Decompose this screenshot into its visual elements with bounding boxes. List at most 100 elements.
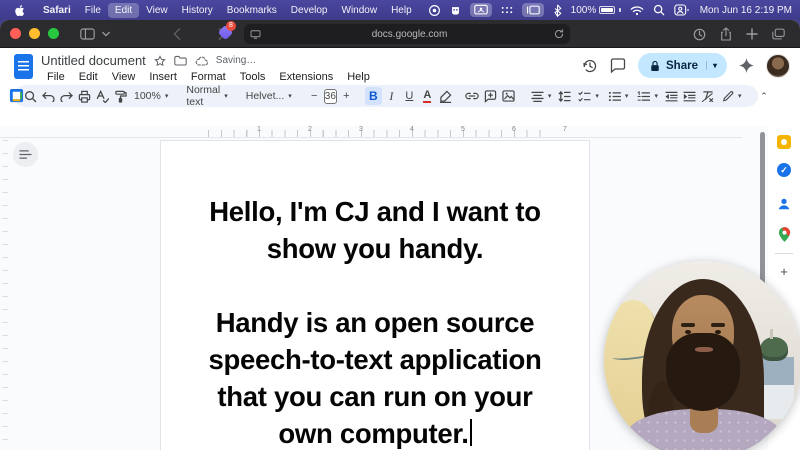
- vertical-ruler[interactable]: [2, 140, 8, 440]
- decrease-indent-icon[interactable]: [663, 87, 680, 105]
- insert-image-icon[interactable]: [500, 87, 517, 105]
- numbered-list-select[interactable]: ▾: [633, 90, 662, 102]
- line-spacing-icon[interactable]: [556, 87, 573, 105]
- search-menus-icon[interactable]: [22, 87, 39, 105]
- menubar-item-help[interactable]: Help: [384, 3, 419, 18]
- docs-menu-extensions[interactable]: Extensions: [273, 70, 339, 84]
- address-bar[interactable]: docs.google.com: [244, 24, 570, 44]
- docs-menu-insert[interactable]: Insert: [143, 70, 183, 84]
- share-dropdown-caret-icon[interactable]: ▾: [705, 61, 723, 70]
- menubar-item-view[interactable]: View: [139, 3, 175, 18]
- checklist-select[interactable]: ▾: [574, 91, 603, 102]
- screen-sharing-icon[interactable]: [469, 3, 492, 17]
- font-caret-icon: ▾: [288, 93, 292, 100]
- spotlight-search-icon[interactable]: [653, 4, 665, 16]
- vertical-scrollbar[interactable]: [760, 132, 765, 304]
- font-size-decrease-button[interactable]: −: [306, 87, 323, 105]
- underline-button[interactable]: U: [401, 87, 418, 105]
- fast-user-switch-icon[interactable]: [674, 4, 689, 16]
- text-color-button[interactable]: A: [423, 89, 432, 103]
- google-keep-icon[interactable]: [776, 134, 792, 150]
- stage-manager-icon[interactable]: [521, 3, 544, 17]
- privacy-report-icon[interactable]: [693, 28, 706, 41]
- google-tasks-icon[interactable]: ✓: [776, 162, 792, 178]
- presenter-eyebrow: [681, 323, 695, 327]
- docs-menu-tools[interactable]: Tools: [234, 70, 272, 84]
- sidebar-chevron-icon[interactable]: [102, 31, 110, 37]
- clear-formatting-icon[interactable]: [699, 87, 716, 105]
- menubar-item-window[interactable]: Window: [335, 3, 385, 18]
- menubar-item-safari[interactable]: Safari: [36, 3, 78, 18]
- account-avatar[interactable]: [766, 53, 790, 78]
- docs-menu-help[interactable]: Help: [341, 70, 376, 84]
- get-addons-button[interactable]: +: [776, 263, 792, 279]
- undo-icon[interactable]: [40, 87, 57, 105]
- reload-icon[interactable]: [554, 29, 564, 39]
- redo-icon[interactable]: [58, 87, 75, 105]
- star-icon[interactable]: [154, 54, 166, 67]
- italic-button[interactable]: I: [383, 87, 400, 105]
- close-window-button[interactable]: [10, 28, 21, 39]
- menubar-item-develop[interactable]: Develop: [284, 3, 335, 18]
- website-settings-icon[interactable]: [250, 29, 261, 39]
- back-button[interactable]: [173, 27, 181, 40]
- clock-label[interactable]: Mon Jun 16 2:19 PM: [700, 5, 792, 16]
- wifi-icon[interactable]: [630, 5, 644, 16]
- tab-overview-icon[interactable]: [772, 28, 785, 40]
- paragraph-style-select[interactable]: Normal text ▾: [182, 84, 231, 108]
- document-page[interactable]: Hello, I'm CJ and I want to show you han…: [160, 140, 590, 450]
- zoom-select[interactable]: 100% ▾: [130, 90, 172, 102]
- doc-line: own computer.: [201, 415, 549, 450]
- add-comment-icon[interactable]: [482, 87, 499, 105]
- document-text[interactable]: Hello, I'm CJ and I want to show you han…: [161, 141, 589, 450]
- font-size-increase-button[interactable]: +: [338, 87, 355, 105]
- version-history-icon[interactable]: [582, 58, 598, 74]
- gemini-sparkle-icon[interactable]: [739, 58, 754, 73]
- share-icon[interactable]: [720, 27, 732, 41]
- docs-menu-format[interactable]: Format: [185, 70, 232, 84]
- print-icon[interactable]: [76, 87, 93, 105]
- insert-link-icon[interactable]: [464, 87, 481, 105]
- app-menu-extra-icon[interactable]: [450, 5, 461, 16]
- grid-dots-icon[interactable]: [501, 5, 513, 16]
- menubar-item-bookmarks[interactable]: Bookmarks: [220, 3, 284, 18]
- font-select[interactable]: Helvet... ▾: [242, 90, 296, 102]
- increase-indent-icon[interactable]: [681, 87, 698, 105]
- move-folder-icon[interactable]: [174, 55, 187, 66]
- doc-line: Hello, I'm CJ and I want to: [209, 196, 541, 227]
- docs-menu-file[interactable]: File: [41, 70, 71, 84]
- menubar-item-history[interactable]: History: [175, 3, 220, 18]
- minimize-window-button[interactable]: [29, 28, 40, 39]
- highlight-color-button[interactable]: [437, 87, 454, 105]
- document-outline-button[interactable]: [13, 142, 38, 167]
- google-maps-icon[interactable]: [776, 226, 792, 242]
- apple-logo-icon[interactable]: [14, 4, 26, 17]
- bluetooth-icon[interactable]: [553, 3, 562, 17]
- font-size-input[interactable]: 36: [323, 88, 337, 104]
- menubar-item-file[interactable]: File: [78, 3, 108, 18]
- sidebar-toggle-icon[interactable]: [80, 27, 95, 40]
- battery-indicator[interactable]: 100%: [571, 5, 621, 16]
- style-value-label: Normal text: [186, 84, 221, 108]
- menubar-item-edit[interactable]: Edit: [107, 2, 140, 18]
- new-tab-icon[interactable]: [746, 28, 758, 40]
- document-title[interactable]: Untitled document: [41, 53, 146, 68]
- paint-format-icon[interactable]: [112, 87, 129, 105]
- bulleted-list-select[interactable]: ▾: [604, 91, 633, 102]
- zoom-window-button[interactable]: [48, 28, 59, 39]
- editing-mode-select[interactable]: ▾: [718, 90, 746, 102]
- browser-extension-button[interactable]: 8: [217, 21, 236, 41]
- comments-icon[interactable]: [610, 58, 626, 73]
- share-button[interactable]: Share ▾: [638, 53, 727, 78]
- docs-menu-edit[interactable]: Edit: [73, 70, 104, 84]
- horizontal-ruler[interactable]: 1 2 3 4 5 6 7: [0, 126, 742, 138]
- google-contacts-icon[interactable]: [776, 196, 792, 212]
- recording-app-icon[interactable]: [428, 4, 441, 17]
- collapse-menus-button[interactable]: ⌃: [755, 87, 772, 105]
- bold-button[interactable]: B: [364, 87, 382, 105]
- docs-menu-view[interactable]: View: [106, 70, 142, 84]
- google-docs-logo-icon[interactable]: [14, 54, 33, 79]
- align-select[interactable]: ▾: [527, 91, 556, 102]
- spellcheck-icon[interactable]: [94, 87, 111, 105]
- google-calendar-icon[interactable]: [8, 87, 24, 103]
